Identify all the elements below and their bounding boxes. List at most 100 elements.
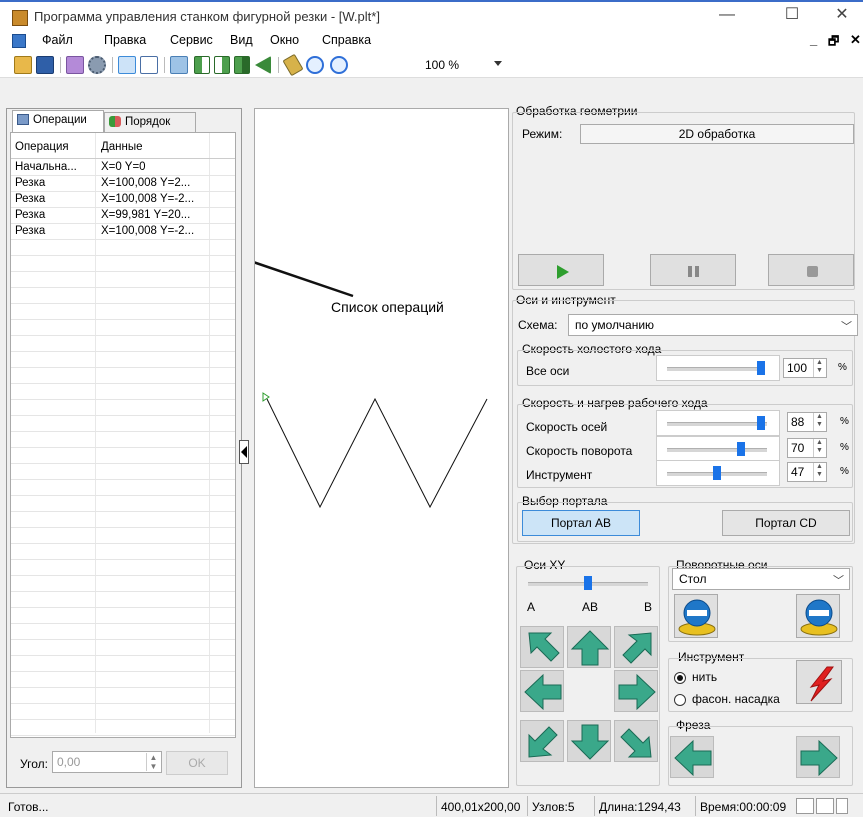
fit-icon[interactable]: [282, 53, 304, 77]
rotate-speed-slider[interactable]: [656, 436, 780, 462]
maximize-button[interactable]: ☐: [770, 2, 814, 30]
rotate-left-button[interactable]: [674, 594, 718, 638]
mirror-vertical-icon[interactable]: [194, 56, 210, 74]
column-header-data[interactable]: Данные: [101, 141, 143, 153]
rotate-right-button[interactable]: [796, 594, 840, 638]
save-icon[interactable]: [36, 56, 54, 74]
tool-heat-button[interactable]: [796, 660, 842, 704]
mdi-minimize-button[interactable]: _: [810, 32, 817, 47]
open-folder-icon[interactable]: [14, 56, 32, 74]
transform-icon[interactable]: [170, 56, 188, 74]
menu-file[interactable]: Файл: [42, 33, 73, 47]
arrow-up-left-icon: [528, 632, 560, 662]
pause-button[interactable]: [650, 254, 736, 286]
start-button[interactable]: [518, 254, 604, 286]
toolbar-separator: [112, 57, 113, 73]
edit-icon[interactable]: [140, 56, 158, 74]
tick-a: A: [527, 600, 536, 614]
tab-operations-label: Операции: [33, 114, 87, 126]
menu-help[interactable]: Справка: [322, 33, 371, 47]
mdi-restore-button[interactable]: 🗗: [828, 32, 839, 53]
table-row[interactable]: Резка X=100,008 Y=2...: [11, 176, 235, 192]
axis-speed-spinner[interactable]: ▲ ▼: [813, 413, 825, 431]
tab-order[interactable]: Порядок: [104, 112, 196, 132]
empty-row: [11, 416, 235, 432]
empty-row: [11, 656, 235, 672]
portal-cd-button[interactable]: Портал CD: [722, 510, 850, 536]
window-title: Программа управления станком фигурной ре…: [34, 9, 380, 24]
properties-icon[interactable]: [66, 56, 84, 74]
empty-row: [11, 672, 235, 688]
axes-xy-slider[interactable]: [524, 572, 654, 596]
portal-ab-button[interactable]: Портал AB: [522, 510, 640, 536]
table-row[interactable]: Резка X=99,981 Y=20...: [11, 208, 235, 224]
move-down-right-button[interactable]: [614, 720, 658, 762]
tool-speed-slider[interactable]: [656, 460, 780, 486]
menu-window[interactable]: Окно: [270, 33, 299, 47]
menu-edit[interactable]: Правка: [104, 33, 146, 47]
scheme-select[interactable]: по умолчанию ﹀: [568, 314, 858, 336]
rotary-select[interactable]: Стол ﹀: [672, 568, 850, 590]
mill-right-button[interactable]: [796, 736, 840, 778]
zoom-level[interactable]: 100 %: [425, 58, 459, 72]
close-button[interactable]: ✕: [820, 2, 863, 30]
radio-shaped-nozzle[interactable]: [674, 694, 686, 706]
settings-gear-icon[interactable]: [88, 56, 106, 74]
all-axes-slider[interactable]: [656, 355, 780, 381]
zoom-in-icon[interactable]: [306, 56, 324, 74]
move-down-button[interactable]: [567, 720, 611, 762]
document-icon[interactable]: [12, 34, 26, 48]
radio-wire-label[interactable]: нить: [692, 670, 717, 684]
mill-left-button[interactable]: [670, 736, 714, 778]
empty-row: [11, 720, 235, 736]
tool-speed-spinner[interactable]: ▲ ▼: [813, 463, 825, 481]
rotate-speed-spinner[interactable]: ▲ ▼: [813, 439, 825, 457]
ok-button[interactable]: OK: [166, 751, 228, 775]
table-row[interactable]: Резка X=100,008 Y=-2...: [11, 192, 235, 208]
status-nodes: Узлов:5: [532, 800, 575, 814]
status-indicator: [816, 798, 834, 814]
radio-shaped-nozzle-label[interactable]: фасон. насадка: [692, 692, 780, 706]
menu-view[interactable]: Вид: [230, 33, 253, 47]
rotate-icon[interactable]: [234, 56, 250, 74]
annotation-label: Список операций: [331, 299, 444, 315]
angle-spinner[interactable]: ▲ ▼: [146, 753, 160, 771]
column-header-operation[interactable]: Операция: [15, 141, 69, 153]
slider-thumb[interactable]: [584, 576, 592, 590]
table-row[interactable]: Начальна... X=0 Y=0: [11, 160, 235, 176]
slider-thumb[interactable]: [737, 442, 745, 456]
rotary-value: Стол: [679, 572, 707, 586]
table-row[interactable]: Резка X=100,008 Y=-2...: [11, 224, 235, 240]
percent-label: %: [840, 416, 849, 427]
mdi-close-button[interactable]: ✕: [850, 32, 861, 48]
slider-thumb[interactable]: [757, 361, 765, 375]
chevron-down-icon: ﹀: [841, 321, 852, 333]
collapse-arrow-icon[interactable]: [241, 446, 247, 458]
arrow-down-icon: [570, 724, 610, 760]
axis-speed-slider[interactable]: [656, 410, 780, 436]
stop-button[interactable]: [768, 254, 854, 286]
mirror-horizontal-icon[interactable]: [214, 56, 230, 74]
flip-icon[interactable]: [255, 56, 271, 74]
mode-label: Режим:: [522, 127, 563, 141]
cell-data: X=100,008 Y=-2...: [101, 225, 195, 237]
grid-view-icon[interactable]: [118, 56, 136, 74]
drawing-canvas[interactable]: Список операций: [254, 108, 509, 788]
stop-icon: [807, 266, 818, 277]
minimize-button[interactable]: —: [705, 2, 749, 30]
slider-thumb[interactable]: [713, 466, 721, 480]
move-left-button[interactable]: [520, 670, 564, 712]
move-up-right-button[interactable]: [614, 626, 658, 668]
move-up-left-button[interactable]: [520, 626, 564, 668]
zoom-dropdown-icon[interactable]: [494, 61, 502, 66]
zoom-out-icon[interactable]: [330, 56, 348, 74]
cell-operation: Резка: [15, 177, 46, 189]
slider-thumb[interactable]: [757, 416, 765, 430]
move-right-button[interactable]: [614, 670, 658, 712]
menu-service[interactable]: Сервис: [170, 33, 213, 47]
move-up-button[interactable]: [567, 626, 611, 668]
radio-wire[interactable]: [674, 672, 686, 684]
all-axes-spinner[interactable]: ▲ ▼: [813, 359, 825, 377]
move-down-left-button[interactable]: [520, 720, 564, 762]
tab-operations[interactable]: Операции: [12, 110, 104, 132]
